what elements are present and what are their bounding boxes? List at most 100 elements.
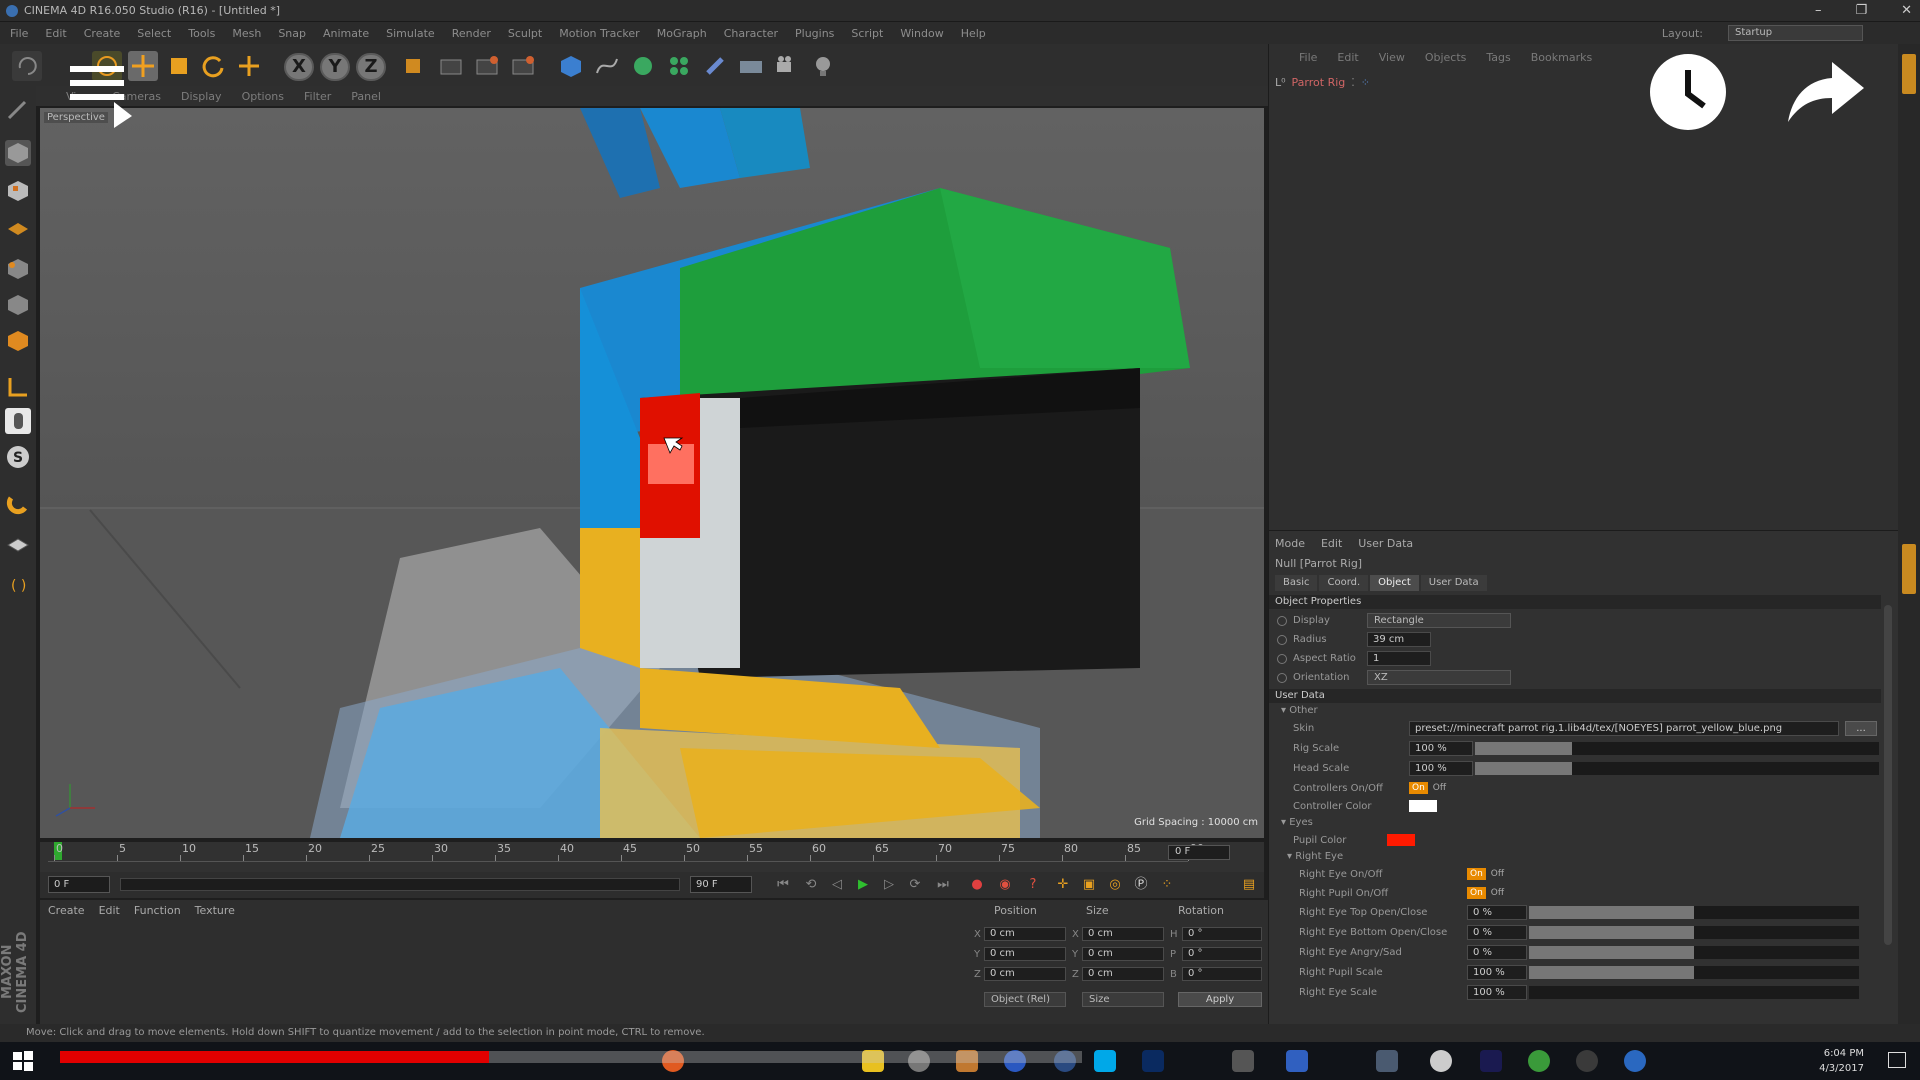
object-menu-file[interactable]: File [1299,51,1317,64]
controllers-toggle[interactable]: On Off [1409,782,1449,794]
menu-edit[interactable]: Edit [45,27,66,40]
menu-render[interactable]: Render [452,27,491,40]
right-eye-toggle[interactable]: On Off [1467,868,1507,880]
apply-button[interactable]: Apply [1178,992,1262,1007]
size-y-field[interactable]: 0 cm [1082,947,1164,961]
action-center-icon[interactable] [1888,1052,1906,1068]
x-axis-lock-icon[interactable]: X [284,53,314,81]
deformer-icon[interactable] [700,51,730,81]
viewport-menu-display[interactable]: Display [181,90,222,103]
app-window-icon[interactable] [1286,1050,1308,1072]
polygons-mode-icon[interactable] [5,328,31,354]
notification-app-icon[interactable] [1624,1050,1646,1072]
object-menu-edit[interactable]: Edit [1337,51,1358,64]
play-icon[interactable]: ▶ [854,877,872,893]
menu-script[interactable]: Script [851,27,883,40]
model-mode-icon[interactable] [5,140,31,166]
right-eye-angry-field[interactable]: 0 % [1467,945,1527,960]
viewport-menu-panel[interactable]: Panel [351,90,381,103]
menu-simulate[interactable]: Simulate [386,27,435,40]
workplane-lock-icon[interactable] [5,530,31,556]
menu-select[interactable]: Select [137,27,171,40]
end-frame-field[interactable]: 90 F [690,876,752,893]
xpresso-tag-icon[interactable]: ⁘ [1361,76,1370,89]
rotation-b-field[interactable]: 0 ° [1182,967,1262,981]
position-y-field[interactable]: 0 cm [984,947,1066,961]
floor-object-icon[interactable] [736,51,766,81]
key-rotation-icon[interactable]: ◎ [1106,877,1124,893]
object-menu-tags[interactable]: Tags [1486,51,1510,64]
rotation-p-field[interactable]: 0 ° [1182,947,1262,961]
make-editable-icon[interactable] [5,98,31,124]
menu-mograph[interactable]: MoGraph [657,27,707,40]
spline-object-icon[interactable] [592,51,622,81]
close-button[interactable]: ✕ [1901,0,1912,22]
group-right-eye[interactable]: ▾ Right Eye [1287,851,1343,862]
key-scale-icon[interactable]: ▣ [1080,877,1098,893]
material-menu-texture[interactable]: Texture [195,904,235,917]
radius-field[interactable]: 39 cm [1367,632,1431,647]
coordinate-system-icon[interactable] [398,51,428,81]
head-scale-slider[interactable] [1475,762,1879,775]
controllers-on[interactable]: On [1409,782,1428,794]
texture-mode-icon[interactable] [5,178,31,204]
visibility-dots-icon[interactable]: ⁚ [1351,76,1355,89]
video-buffer-bar[interactable] [489,1051,1082,1063]
add-tool-icon[interactable] [234,51,264,81]
steam-icon[interactable] [1576,1050,1598,1072]
position-x-field[interactable]: 0 cm [984,927,1066,941]
material-menu-create[interactable]: Create [48,904,85,917]
cube-object-icon[interactable] [556,51,586,81]
record-icon[interactable]: ● [968,877,986,893]
tab-object[interactable]: Object [1370,575,1419,591]
axis-mode-icon[interactable] [5,374,31,400]
skin-path-field[interactable]: preset://minecraft parrot rig.1.lib4d/te… [1409,721,1839,736]
right-eye-off[interactable]: Off [1488,868,1507,880]
after-effects-icon[interactable] [1480,1050,1502,1072]
menu-tools[interactable]: Tools [188,27,215,40]
rig-scale-slider[interactable] [1475,742,1879,755]
object-row-parrot-rig[interactable]: L⁰ Parrot Rig ⁚ ⁘ [1275,74,1475,90]
right-eye-scale-field[interactable]: 100 % [1467,985,1527,1000]
xpresso-icon[interactable]: ( ) [5,572,31,598]
preview-range-slider[interactable] [120,878,680,891]
right-eye-angry-slider[interactable] [1529,946,1859,959]
display-dropdown[interactable]: Rectangle [1367,613,1511,628]
size-mode-dropdown[interactable]: Size [1082,992,1164,1007]
right-pupil-on[interactable]: On [1467,887,1486,899]
playlist-menu-icon[interactable] [70,66,132,128]
size-x-field[interactable]: 0 cm [1082,927,1164,941]
key-position-icon[interactable]: ✛ [1054,877,1072,893]
orientation-dropdown[interactable]: XZ [1367,670,1511,685]
menu-mesh[interactable]: Mesh [232,27,261,40]
autokey-icon[interactable]: ◉ [996,877,1014,893]
attr-menu-edit[interactable]: Edit [1321,537,1342,550]
start-frame-field[interactable]: 0 F [48,876,110,893]
move-tool-icon[interactable] [128,51,158,81]
skype-icon[interactable] [1094,1050,1116,1072]
points-mode-icon[interactable] [5,256,31,282]
material-menu-edit[interactable]: Edit [99,904,120,917]
minimize-button[interactable]: – [1815,0,1822,22]
menu-create[interactable]: Create [84,27,121,40]
menu-plugins[interactable]: Plugins [795,27,834,40]
light-object-icon[interactable] [808,51,838,81]
material-menu-function[interactable]: Function [134,904,181,917]
viewport-menu-options[interactable]: Options [242,90,284,103]
tab-basic[interactable]: Basic [1275,575,1318,591]
render-picture-viewer-icon[interactable] [472,51,502,81]
rotate-tool-icon[interactable] [198,51,228,81]
loop-forward-icon[interactable]: ⟳ [906,877,924,893]
y-axis-lock-icon[interactable]: Y [320,53,350,81]
timeline-window-icon[interactable]: ▤ [1240,877,1258,893]
menu-character[interactable]: Character [724,27,778,40]
key-pla-icon[interactable]: ⁘ [1158,877,1176,893]
right-pupil-scale-field[interactable]: 100 % [1467,965,1527,980]
head-scale-field[interactable]: 100 % [1409,761,1473,776]
object-menu-objects[interactable]: Objects [1425,51,1467,64]
object-menu-bookmarks[interactable]: Bookmarks [1531,51,1592,64]
menu-sculpt[interactable]: Sculpt [508,27,542,40]
position-z-field[interactable]: 0 cm [984,967,1066,981]
windows-start-icon[interactable] [12,1050,34,1072]
system-clock[interactable]: 6:04 PM 4/3/2017 [1819,1046,1864,1076]
